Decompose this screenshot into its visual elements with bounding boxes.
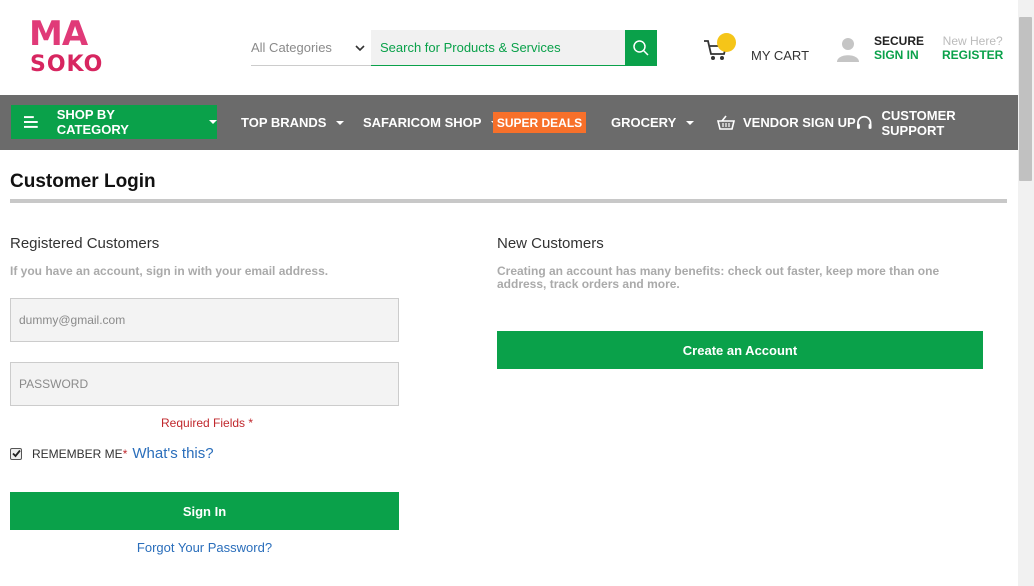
- cart-icon: [703, 33, 736, 65]
- user-icon: [837, 38, 859, 62]
- category-select[interactable]: All Categories: [251, 30, 371, 66]
- new-here-label: New Here?: [942, 34, 1003, 48]
- sign-in-block: SECURE SIGN IN: [874, 34, 924, 62]
- chevron-down-icon: [355, 44, 365, 51]
- secure-label: SECURE: [874, 34, 925, 48]
- new-customers-title: New Customers: [497, 235, 604, 252]
- required-fields-note: Required Fields *: [161, 416, 253, 430]
- sign-in-link[interactable]: SIGN IN: [874, 48, 924, 62]
- scrollbar-thumb[interactable]: [1019, 17, 1032, 181]
- nav-vendor-sign-up[interactable]: VENDOR SIGN UP: [717, 95, 856, 150]
- nav-top-brands[interactable]: TOP BRANDS: [241, 95, 345, 150]
- email-field[interactable]: [10, 298, 399, 342]
- password-field[interactable]: [10, 362, 399, 406]
- remember-me-label: REMEMBER ME: [32, 446, 123, 461]
- nav-vendor-sign-up-label: VENDOR SIGN UP: [743, 115, 856, 130]
- header: MA SOKO All Categories MY CART SECURE SI…: [0, 0, 1018, 95]
- basket-icon: [717, 115, 735, 130]
- cart-label: MY CART: [751, 47, 810, 63]
- forgot-password-link[interactable]: Forgot Your Password?: [10, 540, 399, 555]
- nav-super-deals[interactable]: SUPER DEALS: [493, 112, 586, 133]
- register-link[interactable]: REGISTER: [942, 48, 1003, 62]
- caret-down-icon: [209, 120, 217, 124]
- nav-customer-support[interactable]: CUSTOMER SUPPORT: [856, 95, 1018, 150]
- remember-star: *: [122, 446, 128, 461]
- main-nav: SHOP BY CATEGORY TOP BRANDS SAFARICOM SH…: [0, 95, 1018, 150]
- remember-me-checkbox[interactable]: [10, 447, 22, 460]
- cart-button[interactable]: MY CART: [703, 30, 813, 70]
- search-input[interactable]: [371, 30, 625, 66]
- new-customers-description: Creating an account has many benefits: c…: [497, 264, 940, 291]
- page-title: Customer Login: [10, 171, 156, 192]
- required-fields-label: Required Fields: [161, 416, 246, 430]
- caret-down-icon: [686, 120, 695, 125]
- category-select-value: All Categories: [251, 40, 332, 55]
- logo-top: MA: [29, 14, 88, 54]
- create-account-button[interactable]: Create an Account: [497, 331, 983, 369]
- search-icon: [633, 40, 649, 56]
- search-button[interactable]: [625, 30, 657, 66]
- cart-badge: [717, 33, 736, 52]
- registered-customers-subtitle: If you have an account, sign in with you…: [10, 264, 329, 278]
- nav-customer-support-label: CUSTOMER SUPPORT: [881, 107, 956, 138]
- required-star: *: [248, 416, 254, 430]
- page: MA SOKO All Categories MY CART SECURE SI…: [0, 0, 1034, 586]
- nav-grocery[interactable]: GROCERY: [611, 95, 695, 150]
- headset-icon: [856, 115, 872, 129]
- nav-safaricom-shop[interactable]: SAFARICOM SHOP: [363, 95, 500, 150]
- registered-customers-title: Registered Customers: [10, 235, 160, 252]
- logo[interactable]: MA SOKO: [29, 14, 113, 80]
- logo-text: SOKO: [30, 52, 104, 77]
- shop-by-category-label: SHOP BY CATEGORY: [56, 107, 129, 137]
- nav-grocery-label: GROCERY: [611, 115, 677, 130]
- logo-mark: MA: [29, 14, 88, 54]
- register-block: New Here? REGISTER: [942, 34, 1003, 62]
- hamburger-icon: [24, 116, 38, 128]
- shop-by-category-button[interactable]: SHOP BY CATEGORY: [11, 105, 217, 139]
- nav-safaricom-shop-label: SAFARICOM SHOP: [363, 115, 482, 130]
- title-divider: [10, 199, 1007, 203]
- nav-top-brands-label: TOP BRANDS: [241, 115, 327, 130]
- whats-this-link[interactable]: What's this?: [132, 445, 213, 462]
- checkmark-icon: [11, 449, 21, 458]
- sign-in-button[interactable]: Sign In: [10, 492, 399, 530]
- caret-down-icon: [336, 120, 345, 125]
- remember-me-row: REMEMBER ME * What's this?: [10, 445, 214, 462]
